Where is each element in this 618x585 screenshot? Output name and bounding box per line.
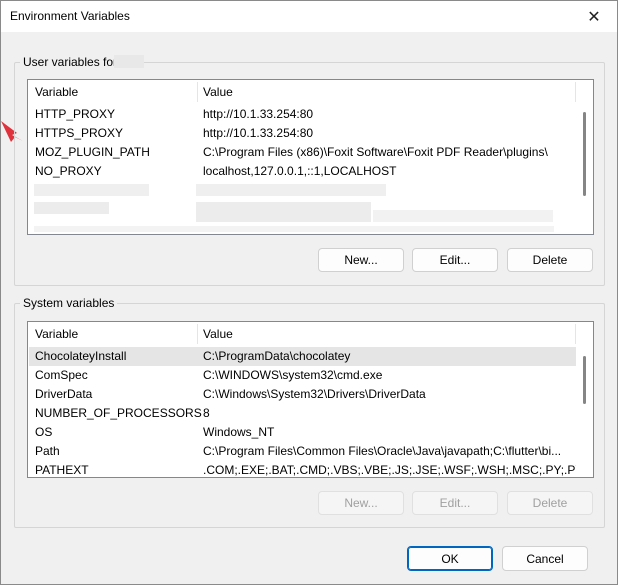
- blurred-row: [196, 184, 386, 196]
- column-header-variable[interactable]: Variable: [29, 80, 78, 104]
- list-item[interactable]: OS Windows_NT: [29, 423, 577, 442]
- list-item[interactable]: DriverData C:\Windows\System32\Drivers\D…: [29, 385, 577, 404]
- scroll-thumb[interactable]: [583, 356, 586, 404]
- column-header-value[interactable]: Value: [197, 322, 233, 346]
- column-header-value[interactable]: Value: [197, 80, 233, 104]
- blurred-row: [34, 226, 554, 232]
- list-item[interactable]: ComSpec C:\WINDOWS\system32\cmd.exe: [29, 366, 577, 385]
- blurred-row: [196, 202, 371, 222]
- list-item[interactable]: PATHEXT .COM;.EXE;.BAT;.CMD;.VBS;.VBE;.J…: [29, 461, 593, 477]
- scroll-thumb[interactable]: [583, 112, 586, 196]
- system-list-header: Variable Value: [28, 322, 593, 346]
- close-icon: ✕: [587, 8, 601, 26]
- column-header-variable[interactable]: Variable: [29, 322, 78, 346]
- title-bar: Environment Variables ✕: [1, 1, 617, 32]
- system-edit-button[interactable]: Edit...: [412, 491, 498, 515]
- user-variables-label: User variables for: [20, 55, 121, 69]
- list-item[interactable]: NO_PROXY localhost,127.0.0.1,::1,LOCALHO…: [29, 162, 577, 181]
- list-item[interactable]: MOZ_PLUGIN_PATH C:\Program Files (x86)\F…: [29, 143, 577, 162]
- user-edit-button[interactable]: Edit...: [412, 248, 498, 272]
- ok-button[interactable]: OK: [407, 546, 493, 571]
- blurred-username: [114, 55, 144, 68]
- list-item-selected[interactable]: ChocolateyInstall C:\ProgramData\chocola…: [29, 347, 577, 366]
- user-delete-button[interactable]: Delete: [507, 248, 593, 272]
- window-title: Environment Variables: [10, 9, 130, 23]
- list-item[interactable]: Path C:\Program Files\Common Files\Oracl…: [29, 442, 577, 461]
- system-list-scrollbar[interactable]: [576, 346, 593, 477]
- user-variables-list[interactable]: Variable Value HTTP_PROXY http://10.1.33…: [27, 79, 594, 235]
- user-new-button[interactable]: New...: [318, 248, 404, 272]
- list-item[interactable]: HTTPS_PROXY http://10.1.33.254:80: [29, 124, 577, 143]
- user-list-scrollbar[interactable]: [576, 104, 593, 234]
- close-button[interactable]: ✕: [571, 1, 617, 32]
- user-list-header: Variable Value: [28, 80, 593, 104]
- column-divider[interactable]: [575, 324, 576, 344]
- blurred-row: [34, 202, 109, 214]
- environment-variables-dialog: Environment Variables ✕ User variables f…: [0, 0, 618, 585]
- system-variables-list[interactable]: Variable Value ChocolateyInstall C:\Prog…: [27, 321, 594, 478]
- system-delete-button[interactable]: Delete: [507, 491, 593, 515]
- system-new-button[interactable]: New...: [318, 491, 404, 515]
- blurred-row: [373, 210, 553, 222]
- list-item[interactable]: HTTP_PROXY http://10.1.33.254:80: [29, 105, 577, 124]
- cancel-button[interactable]: Cancel: [502, 546, 588, 571]
- column-divider[interactable]: [575, 82, 576, 102]
- blurred-row: [34, 184, 149, 196]
- system-variables-label: System variables: [20, 296, 118, 310]
- list-item[interactable]: NUMBER_OF_PROCESSORS 8: [29, 404, 577, 423]
